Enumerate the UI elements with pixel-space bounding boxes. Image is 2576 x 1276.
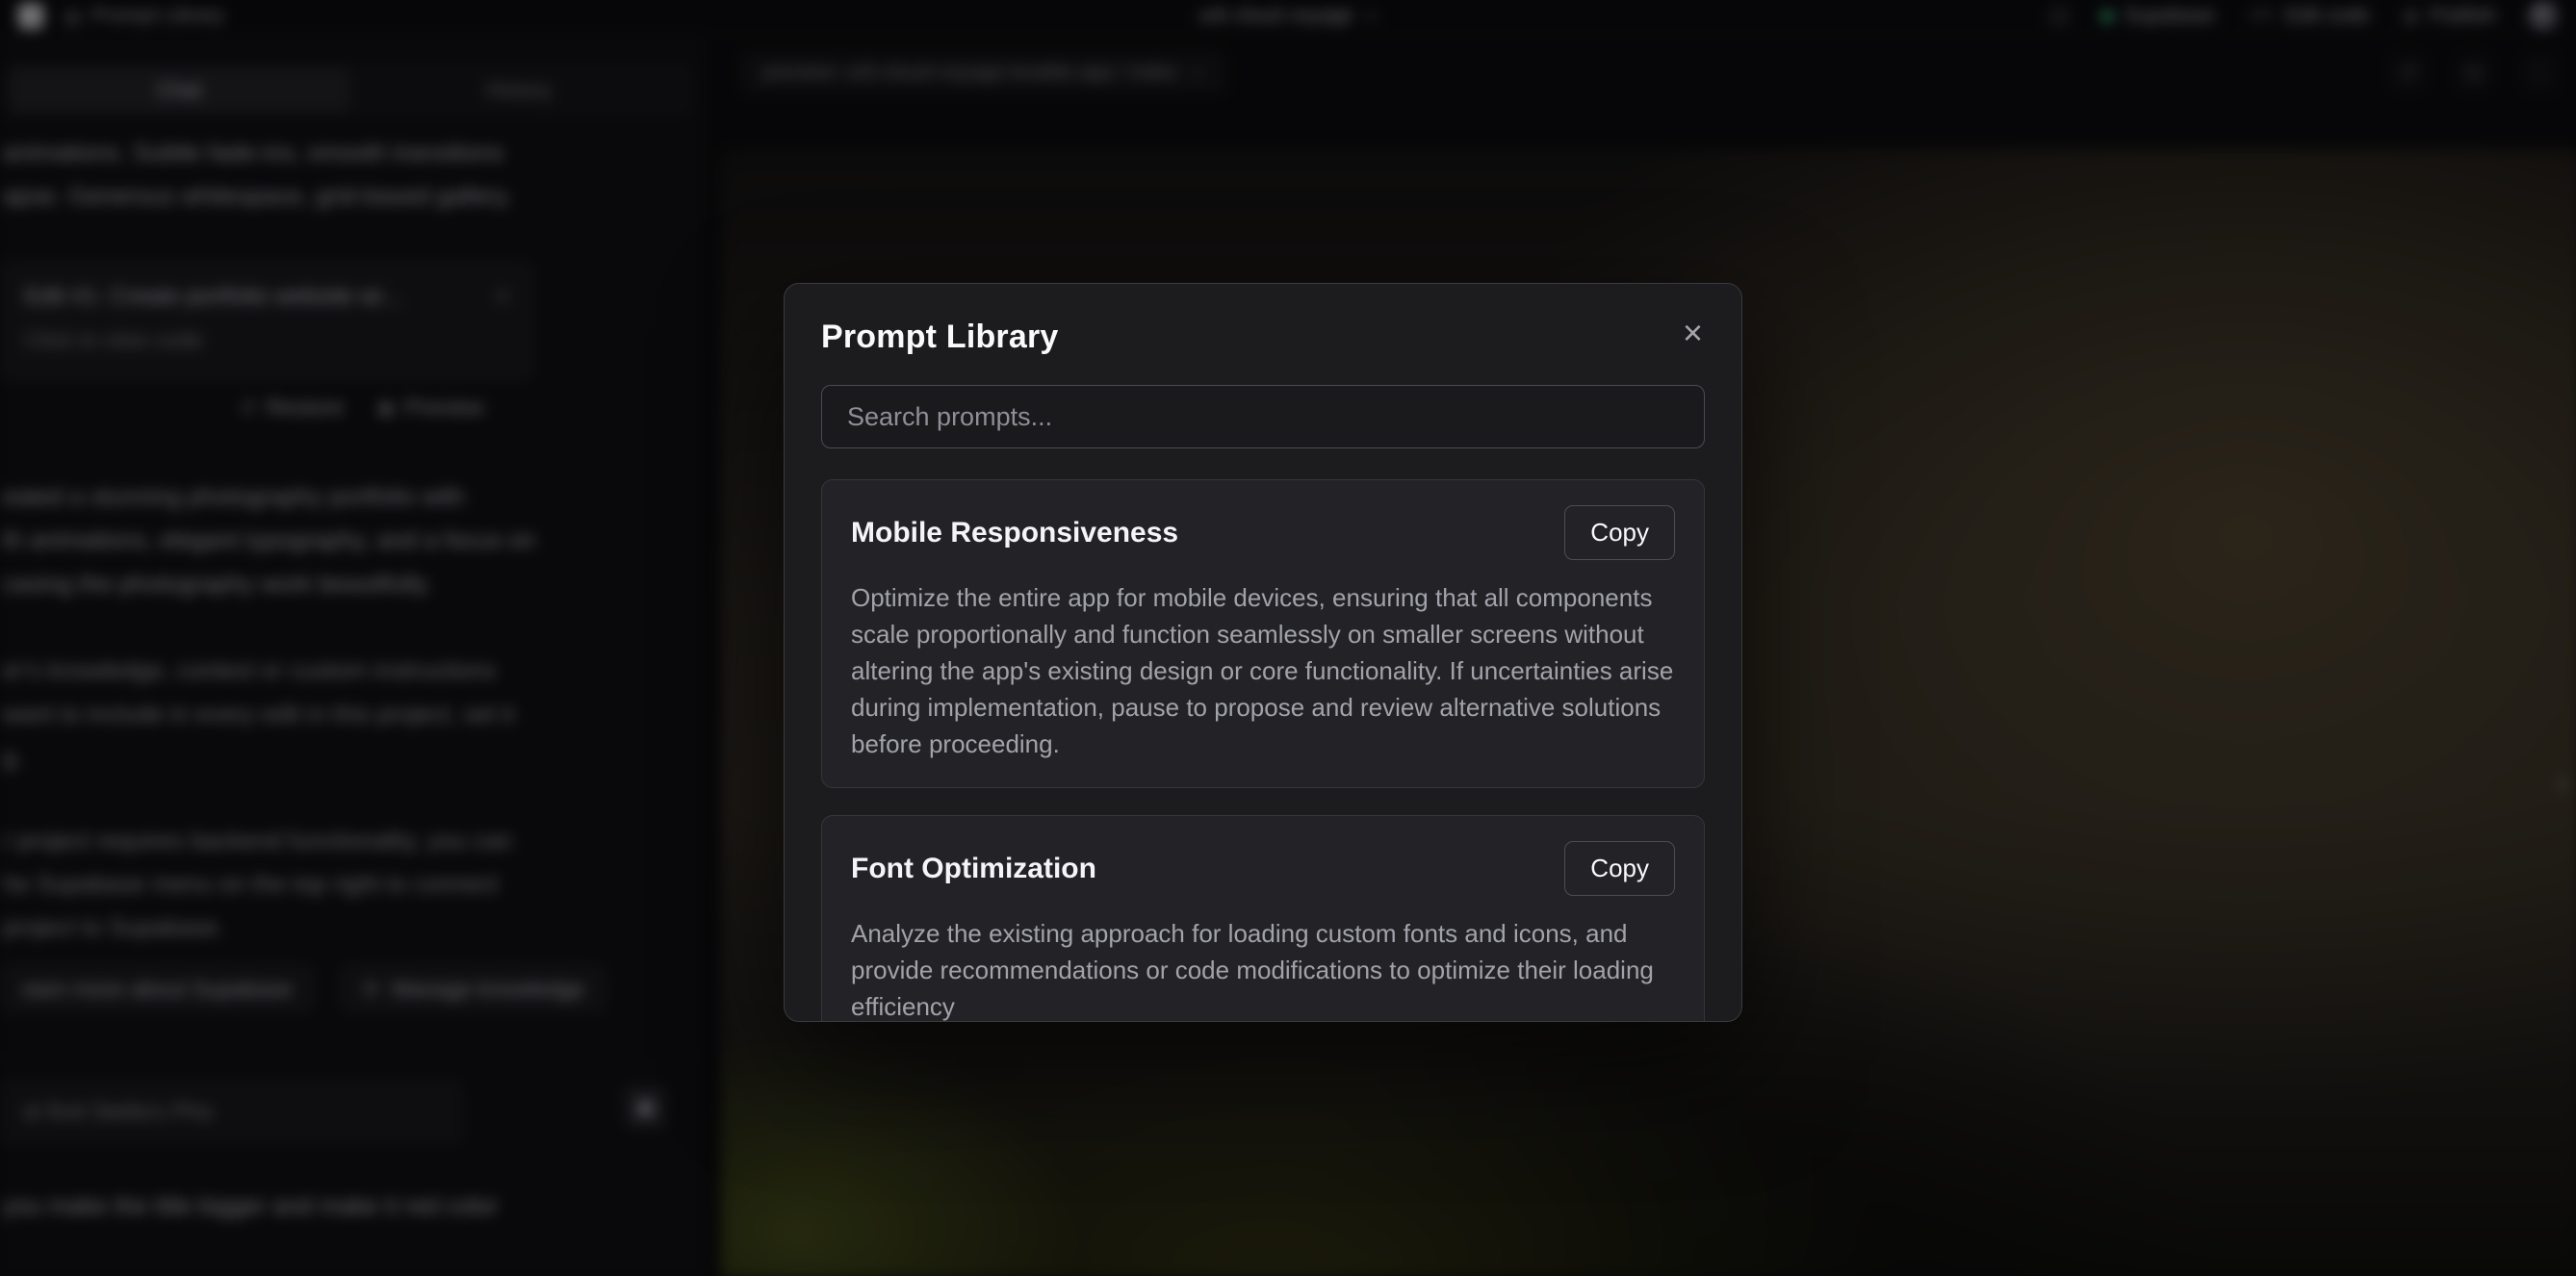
prompt-library-modal: Prompt Library × Mobile Responsiveness C… [784, 283, 1742, 1022]
prompt-list: Mobile Responsiveness Copy Optimize the … [821, 479, 1705, 1022]
prompt-description: Optimize the entire app for mobile devic… [851, 579, 1675, 762]
copy-button[interactable]: Copy [1564, 841, 1675, 896]
copy-button[interactable]: Copy [1564, 505, 1675, 560]
prompt-description: Analyze the existing approach for loadin… [851, 915, 1675, 1022]
prompt-title: Font Optimization [851, 853, 1096, 885]
prompt-title: Mobile Responsiveness [851, 517, 1178, 549]
prompt-card: Mobile Responsiveness Copy Optimize the … [821, 479, 1705, 788]
modal-title: Prompt Library [821, 319, 1059, 356]
prompt-card: Font Optimization Copy Analyze the exist… [821, 815, 1705, 1022]
close-icon[interactable]: × [1681, 319, 1705, 347]
app-window: ▤ Prompt Library urb cloud voyage ∨ Supa… [0, 0, 2576, 1276]
search-input[interactable] [821, 385, 1705, 448]
